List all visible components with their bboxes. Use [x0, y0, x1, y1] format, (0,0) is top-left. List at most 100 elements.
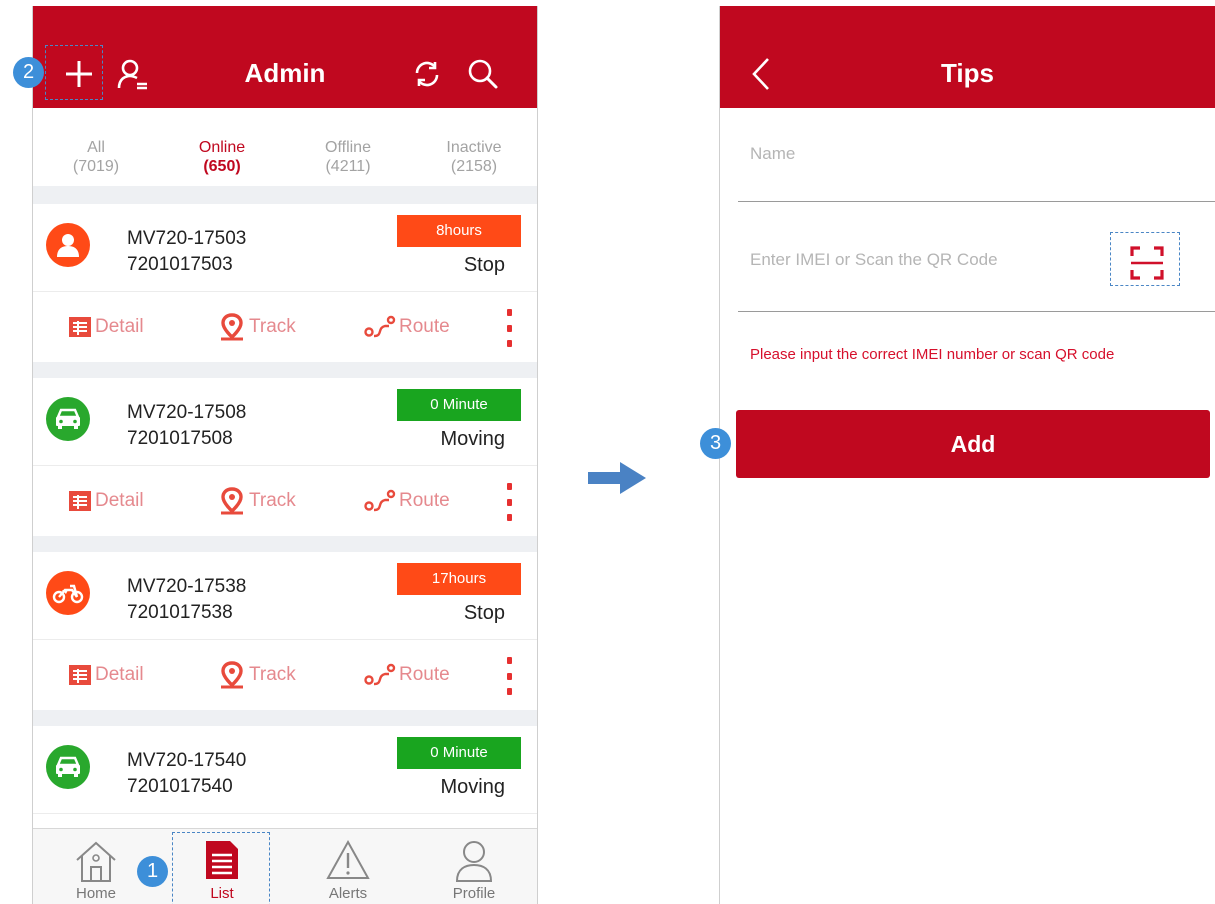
refresh-button[interactable]: [407, 54, 447, 94]
detail-label: Detail: [95, 316, 144, 337]
detail-button[interactable]: Detail: [67, 466, 144, 536]
bottom-nav: Home List Alerts Profile: [33, 828, 537, 904]
tab-offline[interactable]: Offline (4211): [285, 108, 411, 186]
imei-input[interactable]: [750, 240, 1090, 280]
route-button[interactable]: Route: [363, 466, 450, 536]
device-summary[interactable]: MV720-17508 7201017508 0 Minute Moving: [33, 378, 537, 466]
device-summary[interactable]: MV720-17540 7201017540 0 Minute Moving: [33, 726, 537, 814]
detail-button[interactable]: Detail: [67, 640, 144, 710]
device-name: MV720-17538: [127, 576, 247, 597]
device-summary[interactable]: MV720-17503 7201017503 8hours Stop: [33, 204, 537, 292]
tab-all[interactable]: All (7019): [33, 108, 159, 186]
track-label: Track: [249, 664, 296, 685]
nav-label: Profile: [452, 885, 496, 902]
step-marker-1: 1: [137, 856, 168, 887]
device-avatar: [46, 745, 90, 789]
device-state: Moving: [440, 428, 505, 450]
device-actions: Detail Track Route: [33, 292, 537, 362]
more-dot-icon: [506, 688, 512, 695]
user-list-icon: [117, 59, 147, 90]
tab-label: Offline: [325, 139, 371, 156]
tab-count: (650): [203, 158, 241, 175]
track-button[interactable]: Track: [217, 292, 296, 362]
tab-count: (4211): [325, 158, 371, 175]
detail-label: Detail: [95, 664, 144, 685]
status-tabs: All (7019) Online (650) Offline (4211) I…: [33, 108, 537, 186]
track-label: Track: [249, 490, 296, 511]
location-pin-icon: [221, 661, 243, 689]
person-icon: [57, 234, 79, 257]
device-name: MV720-17503: [127, 228, 247, 249]
device-avatar: [46, 223, 90, 267]
status-time-badge: 17hours: [397, 563, 521, 595]
app-header: Admin: [33, 6, 537, 108]
name-input[interactable]: [750, 134, 1090, 174]
tab-online[interactable]: Online (650): [159, 108, 285, 186]
device-actions: Detail Track Route: [33, 466, 537, 536]
nav-label: Home: [75, 885, 116, 902]
more-dot-icon: [506, 309, 512, 316]
nav-label: Alerts: [328, 885, 368, 902]
back-button[interactable]: [750, 54, 782, 94]
highlight-box: [172, 832, 270, 904]
device-name: MV720-17508: [127, 402, 247, 423]
device-state: Stop: [463, 254, 505, 276]
device-actions: Detail Track Route: [33, 640, 537, 710]
tab-label: Online: [198, 139, 246, 156]
detail-icon: [69, 491, 91, 511]
more-dot-icon: [506, 483, 512, 490]
detail-button[interactable]: Detail: [67, 292, 144, 362]
route-icon: [364, 663, 396, 686]
device-summary[interactable]: MV720-17538 7201017538 17hours Stop: [33, 552, 537, 640]
device-state: Stop: [463, 602, 505, 624]
device-avatar: [46, 571, 90, 615]
nav-profile[interactable]: Profile: [411, 829, 537, 904]
device-imei: 7201017508: [127, 428, 233, 449]
highlight-box: [1110, 232, 1180, 286]
device-card: MV720-17503 7201017503 8hours Stop Detai…: [33, 204, 537, 362]
route-label: Route: [399, 316, 450, 337]
profile-icon: [455, 841, 493, 882]
route-icon: [364, 315, 396, 338]
track-label: Track: [249, 316, 296, 337]
more-dot-icon: [506, 340, 512, 347]
track-button[interactable]: Track: [217, 466, 296, 536]
device-state: Moving: [440, 776, 505, 798]
more-options-button[interactable]: [503, 657, 515, 695]
add-device-screen: Tips Please input the correct IMEI numbe…: [719, 6, 1215, 904]
tab-count: (2158): [450, 158, 498, 175]
status-time-badge: 8hours: [397, 215, 521, 247]
motorcycle-icon: [52, 584, 84, 604]
nav-alerts[interactable]: Alerts: [285, 829, 411, 904]
user-list-button[interactable]: [113, 54, 153, 94]
more-options-button[interactable]: [503, 483, 515, 521]
search-button[interactable]: [463, 54, 503, 94]
detail-label: Detail: [95, 490, 144, 511]
location-pin-icon: [221, 487, 243, 515]
home-icon: [76, 841, 116, 882]
route-button[interactable]: Route: [363, 640, 450, 710]
status-time-badge: 0 Minute: [397, 737, 521, 769]
tab-label: Inactive: [446, 139, 502, 156]
more-dot-icon: [506, 498, 512, 506]
highlight-box: [45, 45, 103, 100]
page-title: Admin: [244, 58, 326, 88]
more-dot-icon: [506, 514, 512, 521]
arrow-right-icon: [588, 462, 646, 494]
more-options-button[interactable]: [503, 309, 515, 347]
tab-count: (7019): [72, 158, 120, 175]
device-avatar: [46, 397, 90, 441]
track-button[interactable]: Track: [217, 640, 296, 710]
location-pin-icon: [221, 313, 243, 341]
tab-inactive[interactable]: Inactive (2158): [411, 108, 537, 186]
route-button[interactable]: Route: [363, 292, 450, 362]
add-button[interactable]: Add: [736, 410, 1210, 478]
route-label: Route: [399, 664, 450, 685]
tab-label: All: [87, 139, 105, 156]
device-imei: 7201017503: [127, 254, 233, 275]
chevron-left-icon: [752, 58, 769, 90]
search-icon: [468, 59, 498, 89]
step-marker-3: 3: [700, 428, 731, 459]
detail-icon: [69, 317, 91, 337]
name-field-row: [738, 134, 1215, 202]
